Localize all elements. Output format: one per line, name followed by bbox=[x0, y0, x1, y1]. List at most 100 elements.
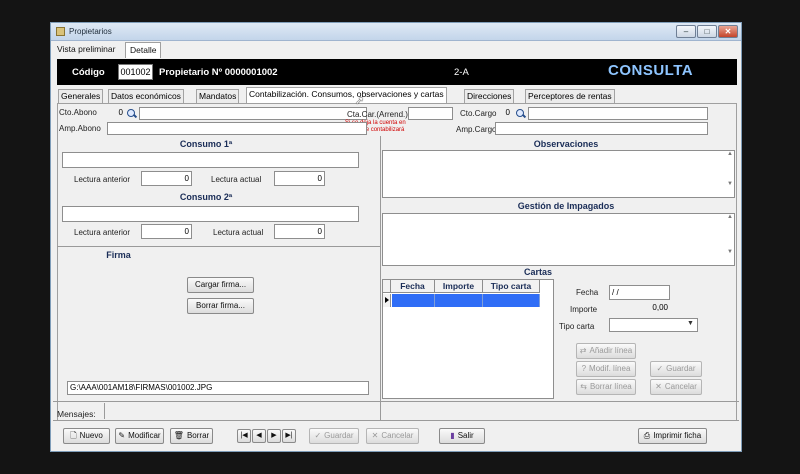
consumo1-lectura-actual-label: Lectura actual bbox=[211, 175, 262, 184]
window-title: Propietarios bbox=[69, 27, 112, 36]
cancelar-label: Cancelar bbox=[381, 431, 414, 440]
consumo2-lectura-anterior-label: Lectura anterior bbox=[74, 228, 131, 237]
nuevo-button[interactable]: 🗋 Nuevo bbox=[63, 428, 110, 444]
impagados-title: Gestión de Impagados bbox=[517, 201, 615, 211]
tab-datos-economicos[interactable]: Datos económicos bbox=[108, 89, 184, 103]
borrar-label: Borrar bbox=[186, 431, 210, 440]
importe-label: Importe bbox=[570, 305, 598, 314]
impagados-scrollbar[interactable]: ▲ ▼ bbox=[726, 214, 734, 265]
cartas-title: Cartas bbox=[523, 267, 552, 277]
consumo2-lectura-anterior-field[interactable]: 0 bbox=[141, 224, 192, 239]
tab-detalle[interactable]: Detalle bbox=[125, 42, 162, 58]
cto-cargo-field[interactable]: 0 bbox=[496, 107, 512, 120]
cto-abono-field[interactable]: 0 bbox=[109, 107, 125, 120]
salir-label: Salir bbox=[457, 431, 474, 440]
chevron-down-icon[interactable]: ▼ bbox=[687, 320, 694, 327]
modificar-label: Modificar bbox=[128, 431, 161, 440]
tab-perceptores[interactable]: Perceptores de rentas bbox=[525, 89, 615, 103]
cta-car-label: Cta.Car.(Arrend.) bbox=[347, 110, 408, 119]
tab-generales[interactable]: Generales bbox=[58, 89, 104, 103]
anadir-linea-label: Añadir línea bbox=[589, 346, 633, 355]
consumo1-lectura-anterior-field[interactable]: 0 bbox=[141, 171, 192, 186]
firma-path-field[interactable]: G:\AAA\001AM18\FIRMAS\001002.JPG bbox=[67, 381, 369, 395]
cto-cargo-name-field[interactable] bbox=[528, 107, 708, 120]
guardar-button[interactable]: ✓ Guardar bbox=[309, 428, 359, 444]
edit-line-icon: ? bbox=[581, 364, 587, 373]
borrar-linea-label: Borrar línea bbox=[589, 382, 632, 391]
cancelar-button[interactable]: ✕ Cancelar bbox=[366, 428, 419, 444]
modif-linea-button[interactable]: ? Modif. línea bbox=[576, 361, 636, 377]
amp-cargo-field[interactable] bbox=[495, 122, 708, 135]
observaciones-scrollbar[interactable]: ▲ ▼ bbox=[726, 151, 734, 197]
modif-linea-label: Modif. línea bbox=[589, 364, 631, 373]
search-icon[interactable] bbox=[515, 108, 526, 119]
anadir-linea-button[interactable]: ⇄ Añadir línea bbox=[576, 343, 636, 359]
nav-next-button[interactable]: ▶ bbox=[267, 429, 281, 443]
cto-abono-label: Cto.Abono bbox=[59, 108, 97, 117]
table-cell[interactable] bbox=[392, 294, 435, 307]
impagados-textarea[interactable] bbox=[382, 213, 735, 266]
divider bbox=[380, 136, 381, 421]
consumo1-lectura-anterior-label: Lectura anterior bbox=[74, 175, 131, 184]
cartas-guardar-button[interactable]: ✓ Guardar bbox=[650, 361, 702, 377]
cartas-cancelar-button[interactable]: ✕ Cancelar bbox=[650, 379, 702, 395]
cartas-cancelar-label: Cancelar bbox=[664, 382, 697, 391]
mode-indicator: CONSULTA bbox=[608, 62, 694, 79]
minimize-button[interactable]: ‒ bbox=[676, 25, 696, 38]
amp-abono-field[interactable] bbox=[107, 122, 367, 135]
title-bar[interactable]: Propietarios ‒ □ ✕ bbox=[51, 23, 741, 41]
fecha-field[interactable]: / / bbox=[609, 285, 670, 300]
cto-abono-name-field[interactable] bbox=[139, 107, 367, 120]
imprimir-label: Imprimir ficha bbox=[653, 431, 702, 440]
modificar-button[interactable]: ✎ Modificar bbox=[115, 428, 164, 444]
borrar-firma-button[interactable]: Borrar firma... bbox=[187, 298, 254, 314]
nav-first-button[interactable]: |◀ bbox=[237, 429, 251, 443]
guardar-label: Guardar bbox=[324, 431, 354, 440]
codigo-field[interactable]: 001002 bbox=[118, 64, 153, 80]
cto-cargo-label: Cto.Cargo bbox=[460, 109, 497, 118]
tab-direcciones[interactable]: Direcciones bbox=[464, 89, 515, 103]
cargar-firma-button[interactable]: Cargar firma... bbox=[187, 277, 254, 293]
imprimir-ficha-button[interactable]: ⎙ Imprimir ficha bbox=[638, 428, 707, 444]
amp-cargo-label: Amp.Cargo bbox=[456, 125, 497, 134]
column-header-importe[interactable]: Importe bbox=[435, 280, 483, 293]
cancel-icon: ✕ bbox=[371, 431, 379, 440]
tab-mandatos[interactable]: Mandatos bbox=[196, 89, 240, 103]
table-cell[interactable] bbox=[435, 294, 483, 307]
tab-vista-preliminar[interactable]: Vista preliminar bbox=[53, 42, 119, 58]
row-selector-icon bbox=[383, 294, 391, 307]
nav-last-button[interactable]: ▶| bbox=[282, 429, 296, 443]
consumo2-lectura-actual-field[interactable]: 0 bbox=[274, 224, 325, 239]
consumo2-field[interactable] bbox=[62, 206, 359, 222]
column-header-fecha[interactable]: Fecha bbox=[391, 280, 435, 293]
borrar-button[interactable]: 🗑 Borrar bbox=[170, 428, 213, 444]
trash-icon: 🗑 bbox=[173, 431, 184, 440]
column-header-tipo-carta[interactable]: Tipo carta bbox=[483, 280, 540, 293]
table-cell[interactable] bbox=[483, 294, 540, 307]
nav-prev-button[interactable]: ◀ bbox=[252, 429, 266, 443]
new-document-icon: 🗋 bbox=[70, 431, 77, 440]
delete-line-icon: ⇆ bbox=[580, 382, 587, 391]
cartas-table[interactable]: Fecha Importe Tipo carta bbox=[382, 279, 554, 399]
mensajes-label: Mensajes: bbox=[57, 409, 96, 419]
salir-button[interactable]: ▮ Salir bbox=[439, 428, 485, 444]
tab-contabilizacion[interactable]: Contabilización. Consumos, observaciones… bbox=[246, 87, 447, 103]
record-header: Código 001002 Propietario Nº 0000001002 … bbox=[57, 59, 737, 85]
importe-field[interactable]: 0,00 bbox=[609, 302, 670, 316]
tipo-carta-select[interactable] bbox=[609, 318, 698, 332]
observaciones-textarea[interactable] bbox=[382, 150, 735, 198]
divider bbox=[57, 246, 381, 247]
observaciones-title: Observaciones bbox=[533, 139, 599, 149]
divider bbox=[53, 401, 739, 402]
borrar-linea-button[interactable]: ⇆ Borrar línea bbox=[576, 379, 636, 395]
exit-door-icon: ▮ bbox=[450, 431, 455, 440]
close-button[interactable]: ✕ bbox=[718, 25, 738, 38]
search-icon[interactable] bbox=[126, 108, 137, 119]
propietarios-window: Propietarios ‒ □ ✕ Vista preliminar Deta… bbox=[50, 22, 742, 452]
check-icon: ✓ bbox=[656, 364, 664, 373]
maximize-button[interactable]: □ bbox=[697, 25, 717, 38]
cancel-icon: ✕ bbox=[655, 382, 662, 391]
consumo1-lectura-actual-field[interactable]: 0 bbox=[274, 171, 325, 186]
consumo1-field[interactable] bbox=[62, 152, 359, 168]
cta-car-field[interactable] bbox=[408, 107, 453, 120]
